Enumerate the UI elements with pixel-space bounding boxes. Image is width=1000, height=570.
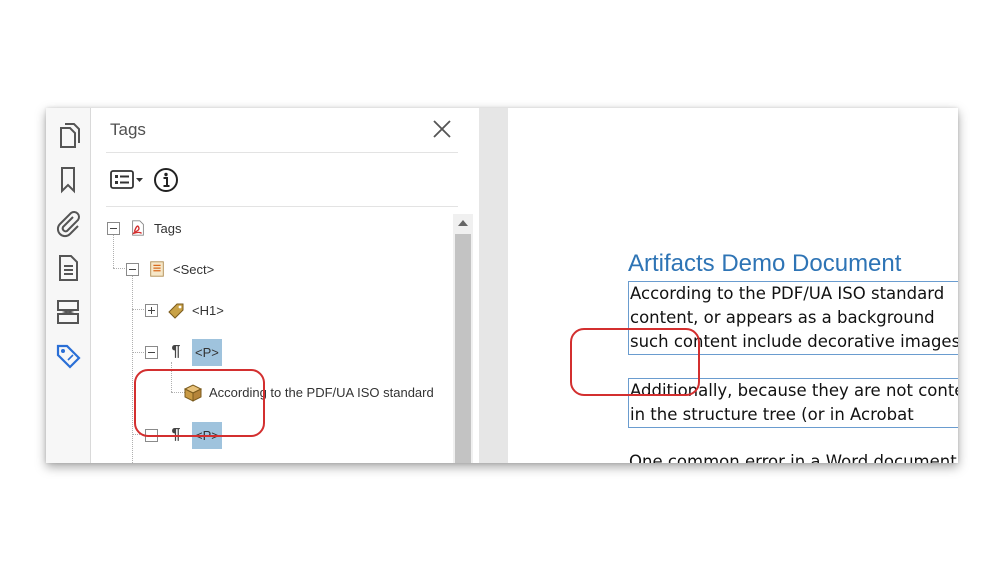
collapse-toggle[interactable] [126, 262, 139, 276]
content-icon[interactable] [52, 252, 84, 284]
tree-label: Tags [154, 220, 182, 236]
collapse-toggle[interactable] [107, 221, 120, 235]
paragraph-3: One common error in a Word document [629, 452, 957, 463]
document-page: Artifacts Demo Document According to the… [508, 108, 958, 463]
tree-connector [132, 309, 146, 310]
annotation-highlight [134, 369, 265, 437]
scroll-thumb[interactable] [455, 234, 471, 463]
paragraph-line: According to the PDF/UA ISO standard [630, 284, 945, 303]
pdf-tags-icon [128, 218, 148, 238]
document-title: Artifacts Demo Document [628, 250, 902, 277]
bookmarks-icon[interactable] [52, 164, 84, 196]
tree-node-h1[interactable]: <H1> [145, 299, 224, 321]
tree-label-selected: <P> [192, 338, 222, 366]
tags-icon[interactable] [52, 340, 84, 372]
annotation-highlight [570, 328, 700, 396]
tag-icon [166, 300, 186, 320]
options-menu-button[interactable] [110, 168, 150, 192]
divider [106, 206, 458, 207]
navigation-pane [46, 108, 91, 463]
divider [106, 152, 458, 153]
section-tag-icon [147, 259, 167, 279]
tree-connector [132, 352, 146, 353]
tree-connector [113, 268, 127, 269]
page-thumbnails-icon[interactable] [52, 120, 84, 152]
tree-node-tags-root[interactable]: Tags [107, 217, 181, 239]
paragraph-line: in the structure tree (or in Acrobat [630, 405, 914, 424]
info-icon[interactable] [153, 167, 179, 193]
collapse-toggle[interactable] [145, 345, 158, 359]
document-view[interactable]: Artifacts Demo Document According to the… [479, 108, 958, 463]
scroll-up-arrow[interactable] [458, 220, 468, 226]
expand-toggle[interactable] [145, 303, 158, 317]
panel-title: Tags [110, 120, 146, 139]
tree-node-p[interactable]: ¶ <P> [145, 338, 222, 366]
close-icon[interactable] [431, 118, 453, 140]
tree-scrollbar[interactable] [453, 214, 473, 463]
paragraph-line: content, or appears as a background [630, 308, 935, 327]
tree-label: <Sect> [173, 261, 215, 277]
paragraph-icon: ¶ [171, 343, 181, 360]
order-icon[interactable] [52, 296, 84, 328]
tree-node-sect[interactable]: <Sect> [126, 258, 214, 280]
attachments-icon[interactable] [52, 208, 84, 240]
tree-label: <H1> [192, 302, 224, 318]
